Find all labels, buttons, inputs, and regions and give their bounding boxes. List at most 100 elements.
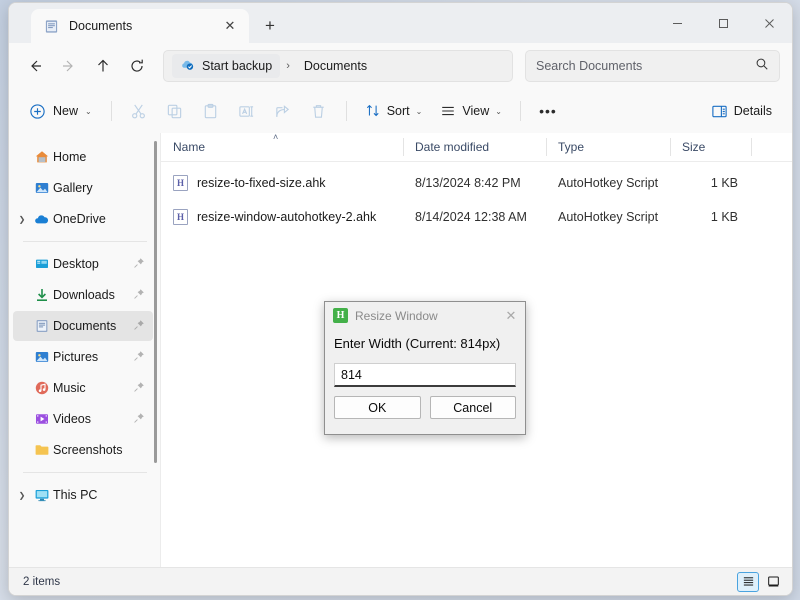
sidebar-item-downloads[interactable]: Downloads bbox=[13, 280, 153, 310]
home-icon bbox=[31, 149, 53, 165]
sidebar-item-documents[interactable]: Documents bbox=[13, 311, 153, 341]
details-pane-button[interactable]: Details bbox=[703, 96, 780, 126]
refresh-button[interactable] bbox=[121, 50, 153, 82]
file-list-top-gap bbox=[161, 162, 792, 170]
dialog-input-wrapper bbox=[325, 351, 525, 387]
tab-documents[interactable]: Documents ✕ bbox=[31, 9, 249, 43]
details-view-toggle[interactable] bbox=[737, 571, 759, 592]
column-header-name[interactable]: ˄ Name bbox=[161, 132, 403, 161]
column-header-date-label: Date modified bbox=[415, 140, 490, 154]
new-tab-button[interactable]: + bbox=[255, 11, 285, 41]
sidebar-label: Home bbox=[53, 150, 87, 164]
sidebar-item-videos[interactable]: Videos bbox=[13, 404, 153, 434]
file-date-cell: 8/14/2024 12:38 AM bbox=[415, 210, 527, 224]
cut-button[interactable] bbox=[122, 96, 156, 126]
cancel-button[interactable]: Cancel bbox=[429, 396, 516, 419]
chevron-down-icon: ⌄ bbox=[495, 106, 502, 116]
close-button[interactable] bbox=[746, 3, 792, 43]
column-header-name-label: Name bbox=[173, 140, 206, 154]
ok-button[interactable]: OK bbox=[334, 396, 421, 419]
sidebar-item-pictures[interactable]: Pictures bbox=[13, 342, 153, 372]
view-button[interactable]: View ⌄ bbox=[432, 96, 510, 126]
sidebar-item-desktop[interactable]: Desktop bbox=[13, 249, 153, 279]
dialog-prompt-label: Enter Width (Current: 814px) bbox=[334, 336, 501, 351]
paste-button[interactable] bbox=[194, 96, 228, 126]
breadcrumb-documents[interactable]: Documents bbox=[296, 56, 375, 76]
search-input[interactable] bbox=[536, 59, 755, 73]
navigation-bar: Start backup › Documents bbox=[9, 43, 792, 89]
pin-icon bbox=[133, 350, 147, 365]
address-bar[interactable]: Start backup › Documents bbox=[163, 50, 513, 82]
new-button[interactable]: New ⌄ bbox=[23, 96, 101, 126]
file-size-cell: 1 KB bbox=[710, 210, 738, 224]
column-header-size-label: Size bbox=[682, 140, 706, 154]
sidebar-label: Videos bbox=[53, 412, 91, 426]
table-row[interactable]: H resize-window-autohotkey-2.ahk 8/14/20… bbox=[161, 204, 792, 230]
chevron-down-icon: ⌄ bbox=[85, 106, 92, 116]
sidebar-divider-vertical bbox=[160, 133, 161, 567]
forward-button[interactable] bbox=[53, 50, 85, 82]
this-pc-icon bbox=[31, 487, 53, 503]
back-button[interactable] bbox=[19, 50, 51, 82]
resize-window-dialog: H Resize Window ✕ Enter Width (Current: … bbox=[324, 301, 526, 435]
pin-icon bbox=[133, 319, 147, 334]
dialog-close-icon[interactable]: ✕ bbox=[497, 303, 525, 329]
toolbar-divider-3 bbox=[519, 101, 521, 121]
sidebar-label: Pictures bbox=[53, 350, 99, 364]
dialog-button-row: OK Cancel bbox=[325, 387, 525, 419]
column-header-date-modified[interactable]: Date modified bbox=[403, 133, 546, 161]
copy-button[interactable] bbox=[158, 96, 192, 126]
delete-button[interactable] bbox=[302, 96, 336, 126]
see-more-button[interactable]: ••• bbox=[531, 96, 565, 126]
chevron-right-icon[interactable]: ❯ bbox=[13, 215, 31, 224]
sidebar-item-music[interactable]: Music bbox=[13, 373, 153, 403]
sidebar-item-this-pc[interactable]: ❯ This PC bbox=[13, 480, 153, 510]
up-button[interactable] bbox=[87, 50, 119, 82]
minimize-button[interactable] bbox=[654, 3, 700, 43]
gallery-icon bbox=[31, 180, 53, 196]
large-icons-view-toggle[interactable] bbox=[762, 572, 784, 592]
file-size-cell: 1 KB bbox=[710, 176, 738, 190]
search-box[interactable] bbox=[525, 50, 780, 82]
title-bar: Documents ✕ + bbox=[9, 3, 792, 43]
sidebar-label: Downloads bbox=[53, 288, 115, 302]
search-icon[interactable] bbox=[755, 57, 769, 76]
music-icon bbox=[31, 380, 53, 396]
command-bar: New ⌄ Sort ⌄ View ⌄ ••• Details bbox=[9, 89, 792, 133]
sidebar-item-onedrive[interactable]: ❯ OneDrive bbox=[13, 204, 153, 234]
view-label: View bbox=[462, 104, 490, 118]
autohotkey-icon: H bbox=[333, 308, 348, 323]
share-button[interactable] bbox=[266, 96, 300, 126]
column-header-type[interactable]: Type bbox=[546, 133, 670, 161]
videos-icon bbox=[31, 411, 53, 427]
rename-button[interactable] bbox=[230, 96, 264, 126]
sidebar-label: Screenshots bbox=[53, 443, 123, 457]
file-name-label: resize-window-autohotkey-2.ahk bbox=[197, 210, 377, 224]
pin-icon bbox=[133, 257, 147, 272]
tab-close-icon[interactable]: ✕ bbox=[219, 15, 241, 37]
sidebar-label: Documents bbox=[53, 319, 117, 333]
breadcrumb-start-backup[interactable]: Start backup bbox=[172, 54, 281, 78]
sidebar-item-home[interactable]: Home bbox=[13, 142, 153, 172]
folder-icon bbox=[31, 442, 53, 458]
file-name-cell: H resize-window-autohotkey-2.ahk bbox=[161, 209, 403, 225]
sidebar-item-gallery[interactable]: Gallery bbox=[13, 173, 153, 203]
chevron-down-icon: ⌄ bbox=[415, 106, 423, 116]
breadcrumb-separator-icon: › bbox=[286, 60, 290, 72]
maximize-button[interactable] bbox=[700, 3, 746, 43]
sidebar-item-screenshots[interactable]: Screenshots bbox=[13, 435, 153, 465]
sort-button[interactable]: Sort ⌄ bbox=[357, 96, 431, 126]
column-header-size[interactable]: Size bbox=[670, 133, 751, 161]
details-label: Details bbox=[733, 104, 772, 118]
table-row[interactable]: H resize-to-fixed-size.ahk 8/13/2024 8:4… bbox=[161, 170, 792, 196]
chevron-right-icon[interactable]: ❯ bbox=[13, 491, 31, 500]
sidebar-label: This PC bbox=[53, 488, 98, 502]
onedrive-icon bbox=[31, 211, 53, 227]
breadcrumb-documents-label: Documents bbox=[303, 59, 368, 73]
ahk-script-icon: H bbox=[173, 175, 188, 191]
desktop-background: Documents ✕ + Start backup › Documents S… bbox=[0, 0, 800, 600]
sidebar-scrollbar[interactable] bbox=[154, 141, 157, 463]
width-input[interactable] bbox=[334, 363, 516, 387]
breadcrumb-start-backup-label: Start backup bbox=[202, 59, 273, 73]
sidebar-label: Music bbox=[53, 381, 86, 395]
